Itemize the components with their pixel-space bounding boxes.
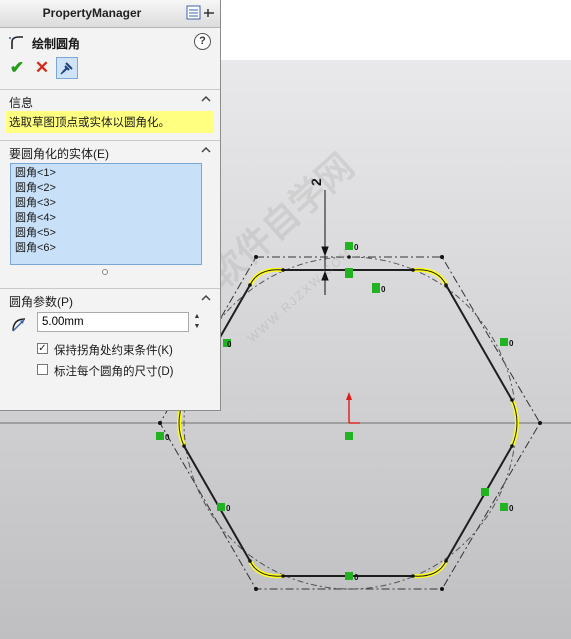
relation-label: 0: [381, 285, 386, 294]
collapse-chevron-icon[interactable]: [200, 292, 212, 304]
keep-constraints-label: 保持拐角处约束条件(K): [54, 345, 173, 357]
entities-list[interactable]: 圆角<1> 圆角<2> 圆角<3> 圆角<4> 圆角<5> 圆角<6>: [10, 163, 202, 265]
panel-header: PropertyManager: [0, 0, 220, 28]
relation-label: 0: [354, 573, 359, 582]
panel-title: PropertyManager: [42, 6, 142, 20]
collapse-chevron-icon[interactable]: [200, 93, 212, 105]
params-group-header[interactable]: 圆角参数(P): [0, 288, 220, 309]
list-item[interactable]: 圆角<5>: [15, 226, 197, 241]
action-buttons: ✔ ✕: [6, 57, 86, 81]
sketch-fillet-icon: [9, 36, 23, 49]
relation-label: 0: [354, 243, 359, 252]
relation-icon: [500, 503, 508, 511]
collapse-chevron-icon[interactable]: [200, 144, 212, 156]
relation-icon: [217, 503, 225, 511]
feature-name: 绘制圆角: [32, 37, 81, 51]
fillet-radius-icon: [12, 318, 26, 332]
entities-group-label: 要圆角化的实体(E): [9, 147, 109, 161]
dimension-each-option[interactable]: 标注每个圆角的尺寸(D): [37, 363, 217, 379]
relation-icon: [500, 338, 508, 346]
spin-up-icon[interactable]: ▲: [191, 312, 203, 322]
relation-icon: [156, 432, 164, 440]
relation-icon: [345, 572, 353, 580]
info-message: 选取草图顶点或实体以圆角化。: [6, 111, 213, 133]
pushpin-icon: [60, 62, 73, 75]
list-item[interactable]: 圆角<2>: [15, 181, 197, 196]
entities-group-header[interactable]: 要圆角化的实体(E): [0, 140, 220, 161]
pushpin-button[interactable]: [56, 57, 78, 79]
list-item[interactable]: 圆角<6>: [15, 241, 197, 256]
feature-row: 绘制圆角 ?: [6, 32, 211, 54]
relation-icon: [481, 488, 489, 496]
relation-label: 0: [226, 504, 231, 513]
ok-button[interactable]: ✔: [6, 57, 28, 79]
property-manager-panel: PropertyManager 绘制圆角 ? ✔ ✕ 信息 选取草图顶点或实体以…: [0, 0, 221, 411]
dimension-each-checkbox[interactable]: [37, 364, 48, 375]
cancel-button[interactable]: ✕: [31, 57, 53, 79]
help-icon[interactable]: ?: [194, 33, 211, 50]
relation-label: 0: [509, 504, 514, 513]
info-group-header[interactable]: 信息: [0, 89, 220, 110]
relation-icon: [345, 268, 353, 278]
info-group-label: 信息: [9, 96, 34, 110]
keep-constraints-option[interactable]: ✓ 保持拐角处约束条件(K): [37, 342, 217, 358]
keep-constraints-checkbox[interactable]: ✓: [37, 343, 48, 354]
relation-label: 0: [509, 339, 514, 348]
radius-input[interactable]: [37, 312, 189, 332]
panel-options-icon[interactable]: [186, 5, 216, 21]
list-item[interactable]: 圆角<3>: [15, 196, 197, 211]
list-item[interactable]: 圆角<4>: [15, 211, 197, 226]
radius-spinner[interactable]: ▲ ▼: [191, 312, 203, 332]
relation-label: 0: [165, 433, 170, 442]
dimension-each-label: 标注每个圆角的尺寸(D): [54, 366, 174, 378]
list-resize-handle[interactable]: [102, 269, 108, 275]
list-item[interactable]: 圆角<1>: [15, 166, 197, 181]
params-group-label: 圆角参数(P): [9, 295, 73, 309]
spin-down-icon[interactable]: ▼: [191, 322, 203, 332]
relation-icon: [372, 283, 380, 293]
relation-label: 0: [227, 340, 232, 349]
